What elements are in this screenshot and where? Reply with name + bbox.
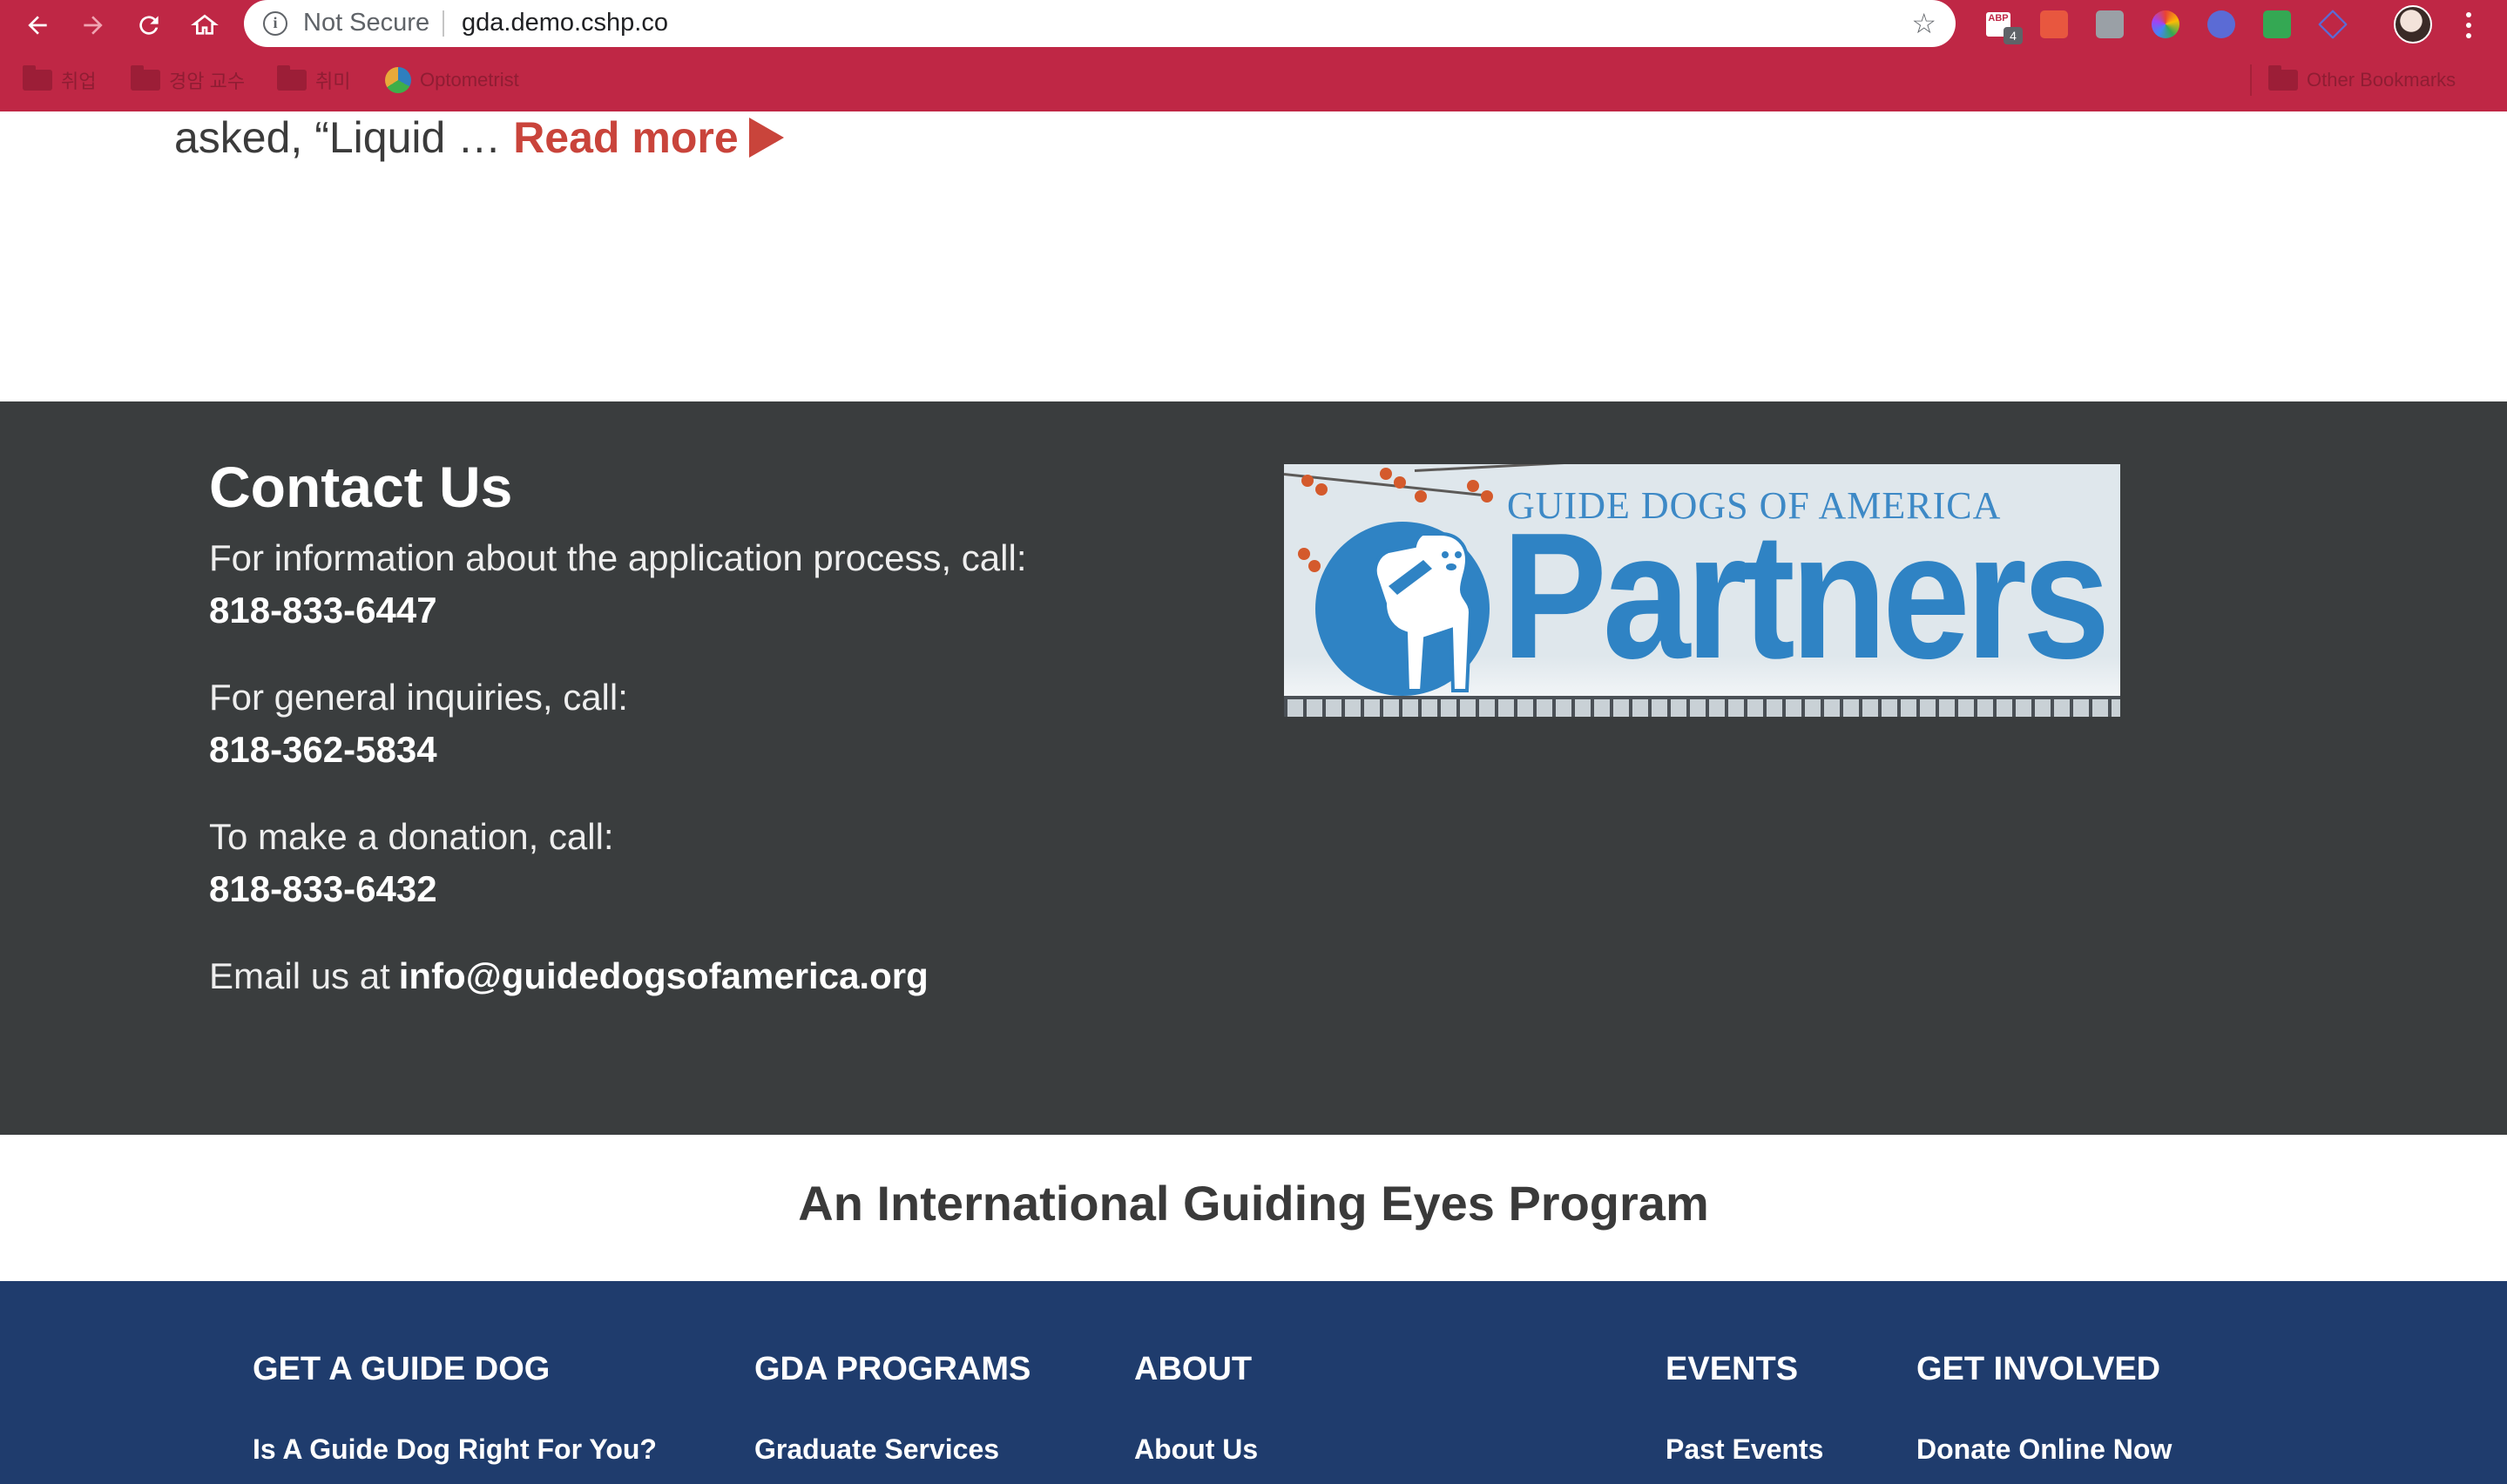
bookmark-label: Other Bookmarks [2307, 69, 2456, 91]
application-phone[interactable]: 818-833-6447 [209, 590, 437, 631]
contact-title: Contact Us [209, 455, 513, 519]
info-icon[interactable]: i [263, 11, 287, 36]
folder-icon [23, 65, 52, 91]
color-picker-extension-icon[interactable] [2152, 10, 2179, 38]
bookmark-folder-3[interactable]: 취미 [277, 64, 350, 96]
footer-link-guide-dog-right[interactable]: Is A Guide Dog Right For You? [253, 1433, 657, 1466]
bookmark-star-icon[interactable]: ☆ [1911, 8, 1936, 39]
globe-icon [385, 67, 411, 93]
bookmark-label: 취업 [61, 71, 97, 92]
footer-link-past-events[interactable]: Past Events [1666, 1433, 1823, 1466]
program-tagline: An International Guiding Eyes Program [798, 1176, 1709, 1231]
extension-icon-6[interactable] [2263, 10, 2291, 38]
read-more-link[interactable]: Read more [513, 112, 738, 163]
footer-link-about-us[interactable]: About Us [1134, 1433, 1258, 1466]
security-label: Not Secure [303, 9, 430, 37]
bookmark-label: 경암 교수 [169, 71, 246, 92]
bookmark-folder-2[interactable]: 경암 교수 [131, 64, 245, 96]
play-arrow-icon[interactable] [748, 118, 784, 158]
omnibox-divider [443, 10, 444, 37]
footer-link-donate-online[interactable]: Donate Online Now [1916, 1433, 2172, 1466]
donation-info-text: To make a donation, call: [209, 816, 614, 857]
footer-link-graduate-services[interactable]: Graduate Services [754, 1433, 999, 1466]
excerpt-text: asked, “Liquid … [174, 113, 502, 162]
footer-heading-about[interactable]: ABOUT [1134, 1351, 1252, 1388]
tagline-section: An International Guiding Eyes Program [0, 1135, 2507, 1281]
berry-decoration [1301, 475, 1314, 487]
berry-decoration [1467, 480, 1479, 492]
browser-toolbar: i Not Secure gda.demo.cshp.co ☆ ABP 4 [0, 0, 2507, 51]
url-text[interactable]: gda.demo.cshp.co [462, 9, 668, 37]
folder-icon [131, 65, 160, 91]
guide-dog-icon [1373, 532, 1473, 692]
address-bar[interactable]: i Not Secure gda.demo.cshp.co ☆ [244, 0, 1956, 47]
berry-decoration [1380, 468, 1392, 480]
application-info-text: For information about the application pr… [209, 537, 1027, 578]
page-content: asked, “Liquid … Read more Contact Us Fo… [0, 111, 2507, 1484]
berry-decoration [1298, 548, 1310, 560]
bookmark-label: Optometrist [420, 69, 519, 91]
berry-decoration [1308, 560, 1321, 572]
general-phone[interactable]: 818-362-5834 [209, 729, 437, 771]
browser-menu-icon[interactable] [2458, 7, 2479, 44]
footer-heading-get-a-guide-dog[interactable]: GET A GUIDE DOG [253, 1351, 550, 1388]
article-excerpt: asked, “Liquid … Read more [174, 111, 784, 164]
partners-logo[interactable]: GUIDE DOGS OF AMERICA Partners [1284, 464, 2120, 717]
email-prefix: Email us at [209, 955, 390, 996]
site-footer: GET A GUIDE DOG Is A Guide Dog Right For… [0, 1281, 2507, 1484]
berry-decoration [1394, 476, 1406, 489]
contact-section: Contact Us For information about the app… [0, 401, 2507, 1135]
grammarly-extension-icon[interactable] [2096, 10, 2124, 38]
extension-icon-5[interactable] [2207, 10, 2235, 38]
footer-heading-events[interactable]: EVENTS [1666, 1351, 1798, 1388]
folder-icon [2268, 65, 2298, 91]
back-arrow-icon[interactable] [17, 5, 57, 45]
branch-decoration [1414, 464, 1641, 472]
berry-decoration [1415, 490, 1427, 503]
profile-avatar[interactable] [2394, 5, 2432, 44]
reload-icon[interactable] [129, 5, 169, 45]
berry-decoration [1315, 483, 1328, 496]
logo-partners-text: Partners [1502, 496, 2111, 696]
bookmarks-divider [2250, 64, 2252, 96]
email-link[interactable]: info@guidedogsofamerica.org [399, 955, 929, 996]
fence-decoration [1284, 696, 2120, 717]
extension-icon-2[interactable] [2040, 10, 2068, 38]
footer-heading-get-involved[interactable]: GET INVOLVED [1916, 1351, 2160, 1388]
general-info-text: For general inquiries, call: [209, 677, 628, 718]
forward-arrow-icon[interactable] [73, 5, 113, 45]
donation-phone[interactable]: 818-833-6432 [209, 868, 437, 910]
folder-icon [277, 65, 307, 91]
drive-extension-icon[interactable] [2318, 10, 2348, 39]
email-line: Email us at info@guidedogsofamerica.org [209, 955, 929, 997]
bookmark-label: 취미 [315, 71, 351, 92]
bookmark-optometrist[interactable]: Optometrist [385, 64, 519, 96]
berry-decoration [1481, 490, 1493, 503]
home-icon[interactable] [185, 5, 225, 45]
bookmarks-bar: 취업 경암 교수 취미 Optometrist Other Bookmarks [0, 51, 2507, 111]
footer-heading-gda-programs[interactable]: GDA PROGRAMS [754, 1351, 1031, 1388]
extension-badge: 4 [2004, 27, 2023, 44]
other-bookmarks[interactable]: Other Bookmarks [2268, 64, 2456, 96]
bookmark-folder-1[interactable]: 취업 [23, 64, 96, 96]
